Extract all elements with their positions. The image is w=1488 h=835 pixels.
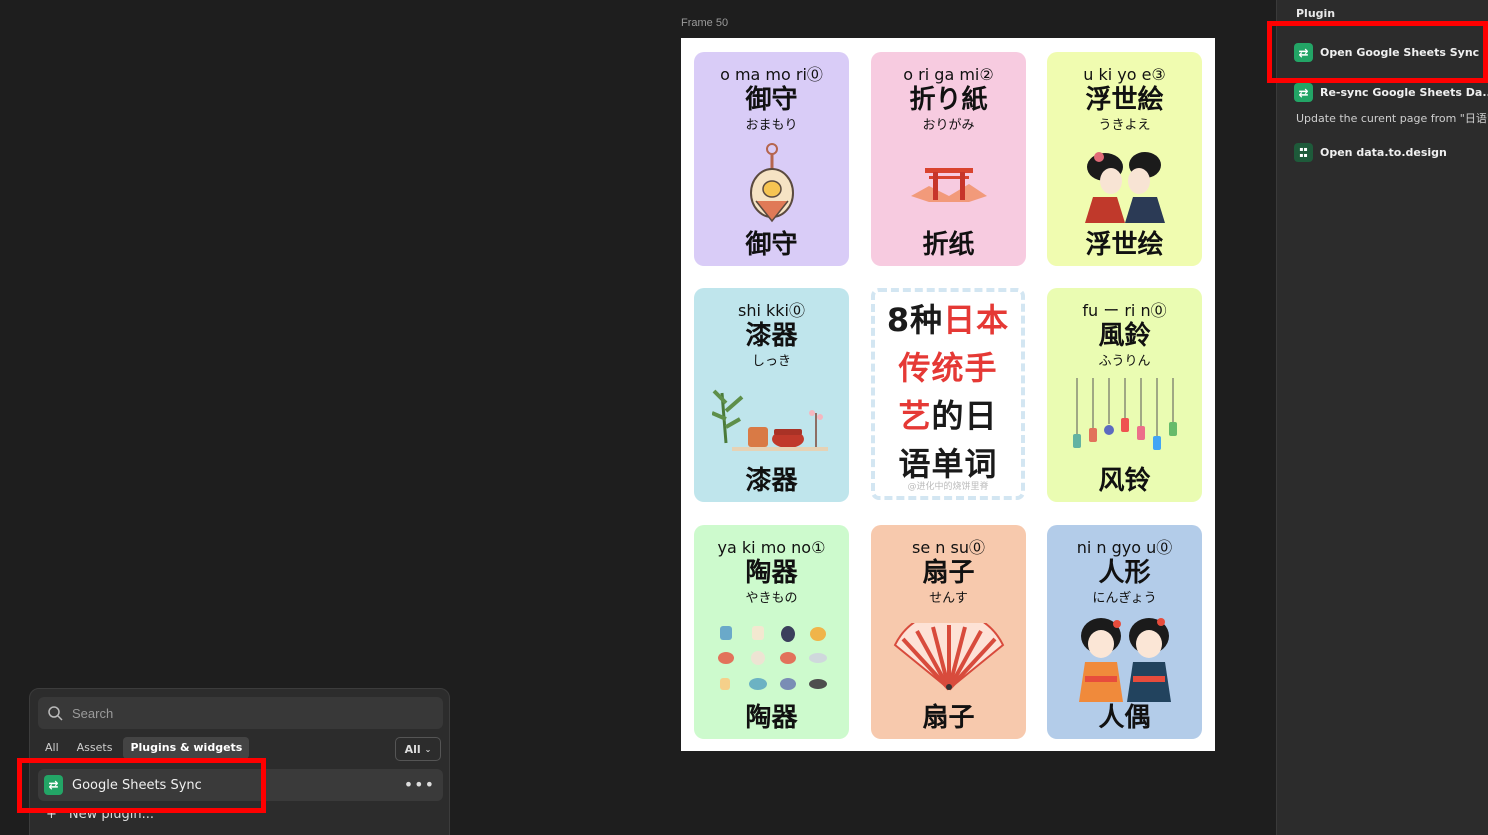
card-kanji: 折り紙 — [909, 85, 988, 115]
card-romaji: o ri ga mi② — [903, 65, 994, 84]
plugin-panel-title: Plugin — [1296, 7, 1336, 20]
plugin-item-label: Re-sync Google Sheets Da... — [1320, 86, 1488, 99]
card-chinese: 浮世绘 — [1085, 230, 1164, 260]
card-chinese: 御守 — [745, 230, 798, 260]
card-kana: おりがみ — [922, 118, 975, 133]
title-line-1: 8种日本 — [886, 301, 1010, 339]
card-kana: ふうりん — [1098, 354, 1151, 369]
title-line-3: 艺的日 — [898, 397, 998, 435]
tab-all[interactable]: All — [38, 737, 66, 759]
card-ukiyoe[interactable]: u ki yo e③ 浮世絵 うきよえ 浮世绘 — [1047, 52, 1202, 266]
more-options-icon[interactable]: ••• — [404, 775, 435, 794]
card-kanji: 漆器 — [745, 321, 798, 351]
omamori-illustration — [694, 140, 849, 230]
card-kanji: 風鈴 — [1098, 321, 1151, 351]
doll-illustration — [1047, 613, 1202, 703]
card-romaji: o ma mo ri⓪ — [720, 65, 823, 84]
highlight-box-open-sheets-sync — [1267, 21, 1488, 83]
ukiyoe-illustration — [1047, 140, 1202, 230]
card-romaji: shi kki⓪ — [738, 301, 805, 320]
card-kana: せんす — [929, 591, 968, 606]
card-yakimono[interactable]: ya ki mo no① 陶器 やきもの 陶器 — [694, 525, 849, 739]
lacquerware-illustration — [694, 376, 849, 466]
frame-50[interactable]: o ma mo ri⓪ 御守 おまもり 御守 o ri ga mi② 折り紙 お… — [681, 38, 1215, 751]
windchime-illustration — [1047, 376, 1202, 466]
sync-icon: ⇄ — [1294, 83, 1313, 102]
card-romaji: se n su⓪ — [912, 538, 985, 557]
frame-label[interactable]: Frame 50 — [681, 17, 728, 29]
plugin-item-description: Update the curent page from "日语" — [1296, 112, 1488, 125]
tab-plugins-widgets[interactable]: Plugins & widgets — [123, 737, 250, 759]
card-kanji: 浮世絵 — [1085, 85, 1164, 115]
card-chinese: 陶器 — [745, 703, 798, 733]
card-kana: しっき — [751, 354, 791, 369]
card-shikki[interactable]: shi kki⓪ 漆器 しっき 漆器 — [694, 288, 849, 502]
search-bar[interactable] — [38, 697, 443, 729]
card-kanji: 陶器 — [745, 558, 798, 588]
search-icon — [46, 704, 64, 722]
data-to-design-icon: ▪▪ ▪▪ — [1294, 143, 1313, 162]
card-kanji: 御守 — [745, 85, 798, 115]
title-card[interactable]: 8种日本 传统手 艺的日 语单词 @进化中的烧饼里脊 — [871, 288, 1025, 500]
card-chinese: 折纸 — [922, 230, 975, 260]
tab-assets[interactable]: Assets — [70, 737, 120, 759]
card-romaji: u ki yo e③ — [1083, 65, 1166, 84]
card-chinese: 人偶 — [1098, 703, 1151, 733]
plugin-panel: Plugin ⇄ Open Google Sheets Sync ⇄ Re-sy… — [1276, 0, 1488, 835]
card-origami[interactable]: o ri ga mi② 折り紙 おりがみ 折纸 — [871, 52, 1026, 266]
plugin-item-data-to-design[interactable]: ▪▪ ▪▪ Open data.to.design — [1294, 143, 1447, 162]
search-input[interactable] — [72, 705, 432, 721]
torii-illustration — [871, 140, 1026, 230]
chevron-down-icon: ⌄ — [424, 744, 432, 754]
card-kana: にんぎょう — [1092, 591, 1157, 606]
fan-illustration — [871, 613, 1026, 703]
plugin-item-resync[interactable]: ⇄ Re-sync Google Sheets Da... — [1294, 83, 1488, 102]
card-kana: おまもり — [745, 118, 798, 133]
title-line-2: 传统手 — [898, 349, 998, 387]
card-omamori[interactable]: o ma mo ri⓪ 御守 おまもり 御守 — [694, 52, 849, 266]
card-kanji: 扇子 — [922, 558, 975, 588]
card-chinese: 漆器 — [745, 466, 798, 496]
pottery-illustration — [694, 613, 849, 703]
card-furin[interactable]: fu ー ri n⓪ 風鈴 ふうりん 风铃 — [1047, 288, 1202, 502]
card-chinese: 扇子 — [922, 703, 975, 733]
card-kana: うきよえ — [1098, 118, 1151, 133]
highlight-box-result — [17, 758, 266, 813]
card-kana: やきもの — [745, 591, 798, 606]
card-romaji: ya ki mo no① — [717, 538, 826, 557]
filter-dropdown-label: All — [404, 742, 421, 756]
card-ningyou[interactable]: ni n gyo u⓪ 人形 にんぎょう 人偶 — [1047, 525, 1202, 739]
card-romaji: ni n gyo u⓪ — [1076, 538, 1173, 557]
card-chinese: 风铃 — [1098, 466, 1151, 496]
plugin-item-label: Open data.to.design — [1320, 146, 1447, 159]
card-kanji: 人形 — [1098, 558, 1151, 588]
filter-tabs: All Assets Plugins & widgets — [38, 737, 250, 759]
card-sensu[interactable]: se n su⓪ 扇子 せんす 扇子 — [871, 525, 1026, 739]
filter-dropdown[interactable]: All ⌄ — [395, 737, 441, 761]
card-romaji: fu ー ri n⓪ — [1082, 301, 1167, 320]
watermark: @进化中的烧饼里脊 — [907, 482, 989, 492]
